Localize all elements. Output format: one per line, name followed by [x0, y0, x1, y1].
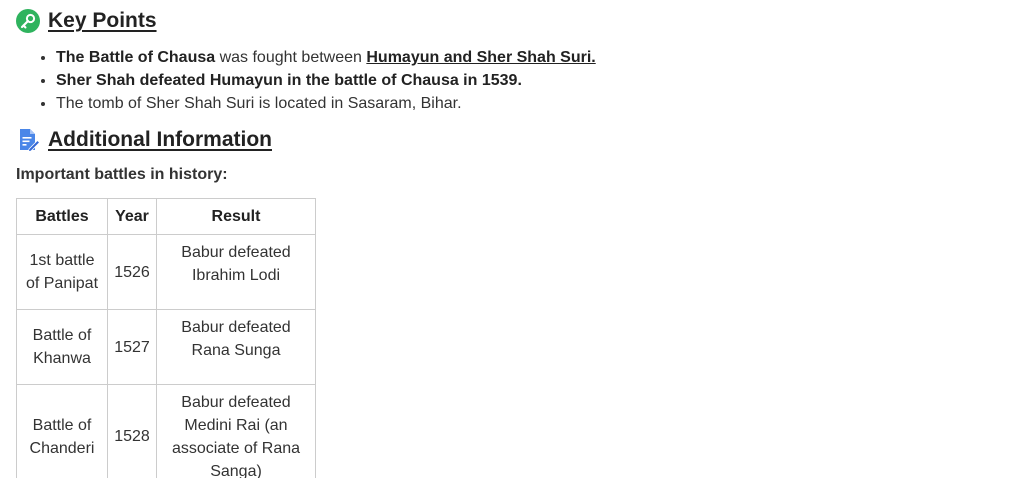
header-battles: Battles — [16, 198, 108, 235]
result-line: Babur defeated — [181, 319, 291, 336]
year-cell: 1527 — [107, 309, 157, 385]
additional-info-heading: Additional Information — [16, 128, 272, 152]
battle-cell: Battle of Khanwa — [16, 309, 108, 385]
year-cell: 1528 — [107, 384, 157, 478]
key-points-title: Key Points — [48, 9, 157, 32]
list-item: The Battle of Chausa was fought between … — [56, 46, 596, 69]
battle-line: Khanwa — [33, 350, 91, 367]
result-cell: Babur defeated Ibrahim Lodi — [156, 234, 316, 310]
battle-line: 1st battle — [29, 252, 95, 269]
result-line: Rana Sunga — [191, 342, 281, 359]
battle-line: Battle of — [32, 416, 92, 434]
battle-cell: Battle of Chanderi — [16, 384, 108, 478]
result-line: Babur defeated — [181, 244, 291, 261]
list-item: Sher Shah defeated Humayun in the battle… — [56, 69, 596, 92]
result-line: Babur defeated — [181, 393, 291, 411]
header-result: Result — [156, 198, 316, 235]
result-line: Medini Rai (an — [184, 416, 288, 434]
result-line: Ibrahim Lodi — [191, 267, 281, 284]
result-line: Sanga) — [210, 462, 262, 478]
result-cell: Babur defeated Rana Sunga — [156, 309, 316, 385]
battles-table: Battles Year Result 1st battle of Panipa… — [16, 198, 316, 478]
key-icon — [16, 9, 40, 33]
table-header-row: Battles Year Result — [16, 198, 316, 235]
battle-line: Chanderi — [29, 439, 95, 457]
result-cell: Babur defeated Medini Rai (an associate … — [156, 384, 316, 478]
additional-info-title: Additional Information — [48, 128, 272, 151]
table-row: Battle of Khanwa 1527 Babur defeated Ran… — [16, 309, 316, 385]
list-item: The tomb of Sher Shah Suri is located in… — [56, 92, 596, 115]
key-points-list: The Battle of Chausa was fought between … — [16, 46, 596, 115]
point-3-text: The tomb of Sher Shah Suri is located in… — [56, 95, 462, 112]
table-row: Battle of Chanderi 1528 Babur defeated M… — [16, 384, 316, 478]
year-cell: 1526 — [107, 234, 157, 310]
battles-subheading: Important battles in history: — [16, 166, 228, 183]
battle-line: of Panipat — [25, 275, 99, 292]
point-2-bold: Sher Shah defeated Humayun in the battle… — [56, 72, 522, 89]
key-points-heading: Key Points — [16, 9, 157, 33]
header-year: Year — [107, 198, 157, 235]
table-row: 1st battle of Panipat 1526 Babur defeate… — [16, 234, 316, 310]
battle-cell: 1st battle of Panipat — [16, 234, 108, 310]
point-1-text: was fought between — [215, 49, 367, 66]
result-line: associate of Rana — [171, 439, 301, 457]
battle-line: Battle of — [32, 327, 92, 344]
document-edit-icon — [20, 129, 40, 152]
point-1-link: Humayun and Sher Shah Suri. — [366, 49, 596, 66]
point-1-bold: The Battle of Chausa — [56, 49, 216, 66]
